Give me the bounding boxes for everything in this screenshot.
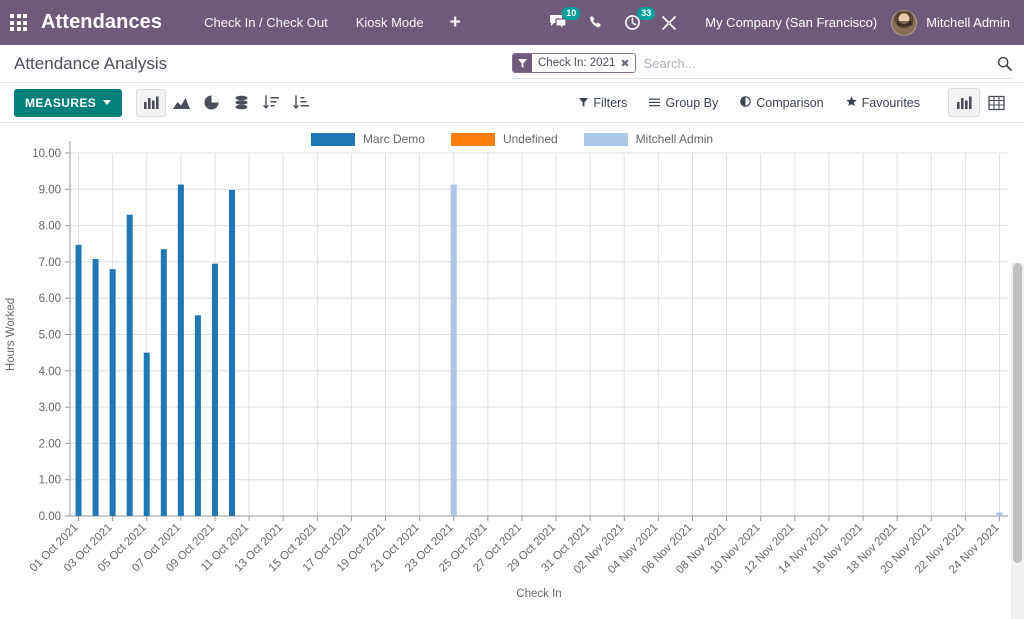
tools-wrench-icon[interactable] (661, 0, 677, 45)
group-by-menu[interactable]: Group By (649, 96, 718, 110)
messages-count-badge: 10 (562, 7, 580, 20)
pivot-view-button[interactable] (980, 88, 1012, 117)
chart-plot-area[interactable]: 0.00 1.00 2.00 3.00 4.00 5.00 6.00 7.00 8.00 9.00… (0, 123, 1024, 619)
bar-chart-button[interactable] (136, 89, 166, 117)
pie-chart-button[interactable] (196, 89, 226, 117)
chart-bar[interactable] (195, 315, 201, 516)
search-view: Check In: 2021 ✖ (512, 49, 1012, 79)
x-axis-title: Check In (516, 588, 561, 600)
svg-text:0.00: 0.00 (39, 511, 61, 523)
group-by-menu-label: Group By (665, 96, 718, 110)
svg-text:7.00: 7.00 (39, 257, 61, 269)
nav-kiosk-mode[interactable]: Kiosk Mode (342, 15, 438, 30)
star-icon (846, 96, 857, 110)
svg-text:4.00: 4.00 (39, 366, 61, 378)
half-circle-icon (740, 96, 751, 110)
control-panel-top: Attendance Analysis Check In: 2021 ✖ (0, 45, 1024, 83)
chart-bar[interactable] (144, 353, 150, 516)
svg-text:1.00: 1.00 (39, 475, 61, 487)
comparison-menu-label: Comparison (756, 96, 823, 110)
filters-menu-label: Filters (593, 96, 627, 110)
svg-text:8.00: 8.00 (39, 221, 61, 233)
chart-type-button-group (136, 89, 316, 117)
chart-bar[interactable] (161, 249, 167, 516)
measures-button-label: MEASURES (25, 96, 96, 110)
chevron-down-icon (103, 100, 111, 105)
user-name-label: Mitchell Admin (926, 15, 1010, 30)
company-switcher[interactable]: My Company (San Francisco) (705, 15, 877, 30)
svg-text:10.00: 10.00 (32, 148, 61, 160)
graph-view-container: Marc Demo Undefined Mitchell Admin 0.001… (0, 123, 1024, 619)
app-brand-title[interactable]: Attendances (41, 11, 162, 34)
messages-menu[interactable]: 10 (549, 0, 568, 45)
comparison-menu[interactable]: Comparison (740, 96, 823, 110)
search-icon[interactable] (997, 56, 1012, 71)
graph-view-button[interactable] (948, 88, 980, 117)
vertical-scrollbar-thumb[interactable] (1013, 263, 1022, 563)
activities-count-badge: 33 (637, 7, 655, 20)
hamburger-icon (649, 96, 660, 110)
filter-funnel-icon (513, 54, 532, 72)
chart-bar[interactable] (93, 259, 99, 516)
search-facet-remove-icon[interactable]: ✖ (620, 54, 634, 72)
activities-menu[interactable]: 33 (624, 0, 641, 45)
favourites-menu-label: Favourites (862, 96, 920, 110)
chart-bar[interactable] (178, 185, 184, 516)
vertical-scrollbar[interactable] (1011, 263, 1024, 619)
chart-bar[interactable] (127, 215, 133, 516)
phone-icon[interactable] (588, 0, 604, 45)
svg-text:5.00: 5.00 (39, 330, 61, 342)
svg-text:6.00: 6.00 (39, 293, 61, 305)
view-switcher (948, 88, 1012, 117)
chart-bar[interactable] (212, 264, 218, 516)
chart-bar[interactable] (76, 245, 82, 516)
page-title: Attendance Analysis (14, 54, 167, 74)
nav-new-record[interactable]: + (438, 12, 473, 34)
user-avatar (891, 10, 917, 36)
filters-menu[interactable]: Filters (579, 96, 627, 110)
y-axis-title: Hours Worked (5, 298, 17, 371)
control-panel-bottom: MEASURES (0, 83, 1024, 123)
user-menu[interactable]: Mitchell Admin (891, 10, 1010, 36)
chart-svg: 0.00 1.00 2.00 3.00 4.00 5.00 6.00 7.00 8.00 9.00… (0, 123, 1024, 619)
chart-bar[interactable] (229, 190, 235, 516)
stacked-button[interactable] (226, 89, 256, 117)
top-navbar: Attendances Check In / Check Out Kiosk M… (0, 0, 1024, 45)
nav-check-in-check-out[interactable]: Check In / Check Out (190, 15, 342, 30)
measures-button[interactable]: MEASURES (14, 89, 122, 117)
search-input[interactable] (636, 56, 989, 71)
svg-text:3.00: 3.00 (39, 402, 61, 414)
sort-descending-button[interactable] (256, 89, 286, 117)
svg-text:2.00: 2.00 (39, 438, 61, 450)
filter-funnel-icon (579, 96, 588, 110)
search-facet-label: Check In: 2021 (532, 54, 620, 72)
line-chart-button[interactable] (166, 89, 196, 117)
search-facet-check-in[interactable]: Check In: 2021 ✖ (512, 53, 636, 73)
chart-bar[interactable] (996, 512, 1002, 516)
svg-text:9.00: 9.00 (39, 184, 61, 196)
apps-grid-icon[interactable] (10, 14, 27, 31)
chart-bar[interactable] (110, 269, 116, 516)
favourites-menu[interactable]: Favourites (846, 96, 920, 110)
chart-bar[interactable] (451, 185, 457, 516)
sort-ascending-button[interactable] (286, 89, 316, 117)
